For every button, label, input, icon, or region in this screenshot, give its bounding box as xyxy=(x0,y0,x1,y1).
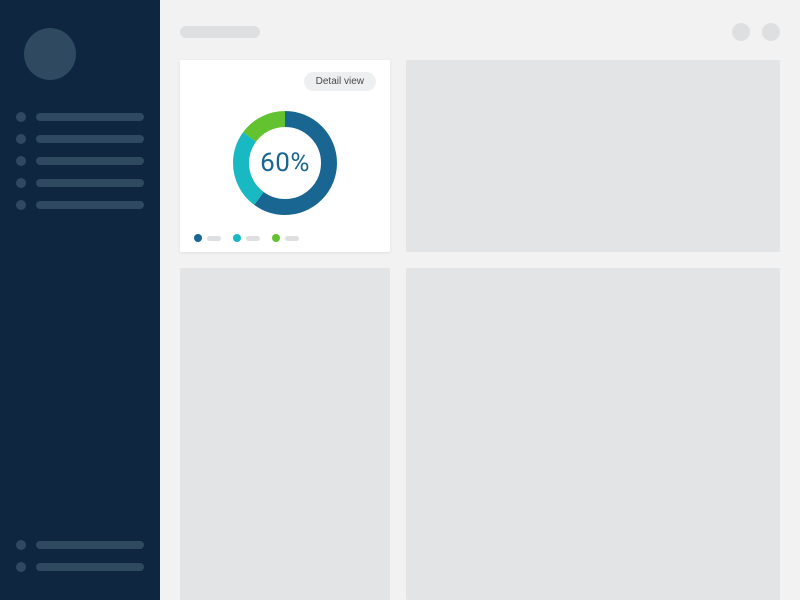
nav-item[interactable] xyxy=(16,134,144,144)
page-title-placeholder xyxy=(180,26,260,38)
nav-label-placeholder xyxy=(36,135,144,143)
legend-label-placeholder xyxy=(285,236,299,241)
nav-label-placeholder xyxy=(36,201,144,209)
legend-item xyxy=(233,234,260,242)
donut-chart-card: Detail view 60% xyxy=(180,60,390,252)
nav-label-placeholder xyxy=(36,563,144,571)
bullet-icon xyxy=(16,540,26,550)
legend-label-placeholder xyxy=(207,236,221,241)
top-bar xyxy=(180,20,780,44)
nav-label-placeholder xyxy=(36,179,144,187)
app-root: Detail view 60% xyxy=(0,0,800,600)
card-header: Detail view xyxy=(194,72,376,91)
top-actions xyxy=(732,23,780,41)
legend-item xyxy=(272,234,299,242)
main-content: Detail view 60% xyxy=(160,0,800,600)
card-placeholder xyxy=(406,60,780,252)
nav-item[interactable] xyxy=(16,156,144,166)
nav-label-placeholder xyxy=(36,113,144,121)
chart-legend xyxy=(194,230,376,242)
card-placeholder xyxy=(180,268,390,600)
legend-dot-icon xyxy=(194,234,202,242)
nav-label-placeholder xyxy=(36,157,144,165)
nav-item[interactable] xyxy=(16,540,144,550)
donut-chart: 60% xyxy=(194,95,376,230)
legend-dot-icon xyxy=(233,234,241,242)
bullet-icon xyxy=(16,562,26,572)
bullet-icon xyxy=(16,200,26,210)
bullet-icon xyxy=(16,156,26,166)
avatar[interactable] xyxy=(24,28,76,80)
legend-item xyxy=(194,234,221,242)
nav-label-placeholder xyxy=(36,541,144,549)
action-button[interactable] xyxy=(762,23,780,41)
nav-item[interactable] xyxy=(16,178,144,188)
bullet-icon xyxy=(16,112,26,122)
action-button[interactable] xyxy=(732,23,750,41)
card-placeholder xyxy=(406,268,780,600)
nav-item[interactable] xyxy=(16,562,144,572)
dashboard-grid: Detail view 60% xyxy=(180,60,780,600)
nav-item[interactable] xyxy=(16,112,144,122)
detail-view-button[interactable]: Detail view xyxy=(304,72,376,91)
bullet-icon xyxy=(16,178,26,188)
bullet-icon xyxy=(16,134,26,144)
donut-center-value: 60% xyxy=(260,148,310,178)
nav-list-top xyxy=(16,112,144,210)
legend-dot-icon xyxy=(272,234,280,242)
nav-item[interactable] xyxy=(16,200,144,210)
legend-label-placeholder xyxy=(246,236,260,241)
sidebar xyxy=(0,0,160,600)
nav-list-bottom xyxy=(16,540,144,572)
